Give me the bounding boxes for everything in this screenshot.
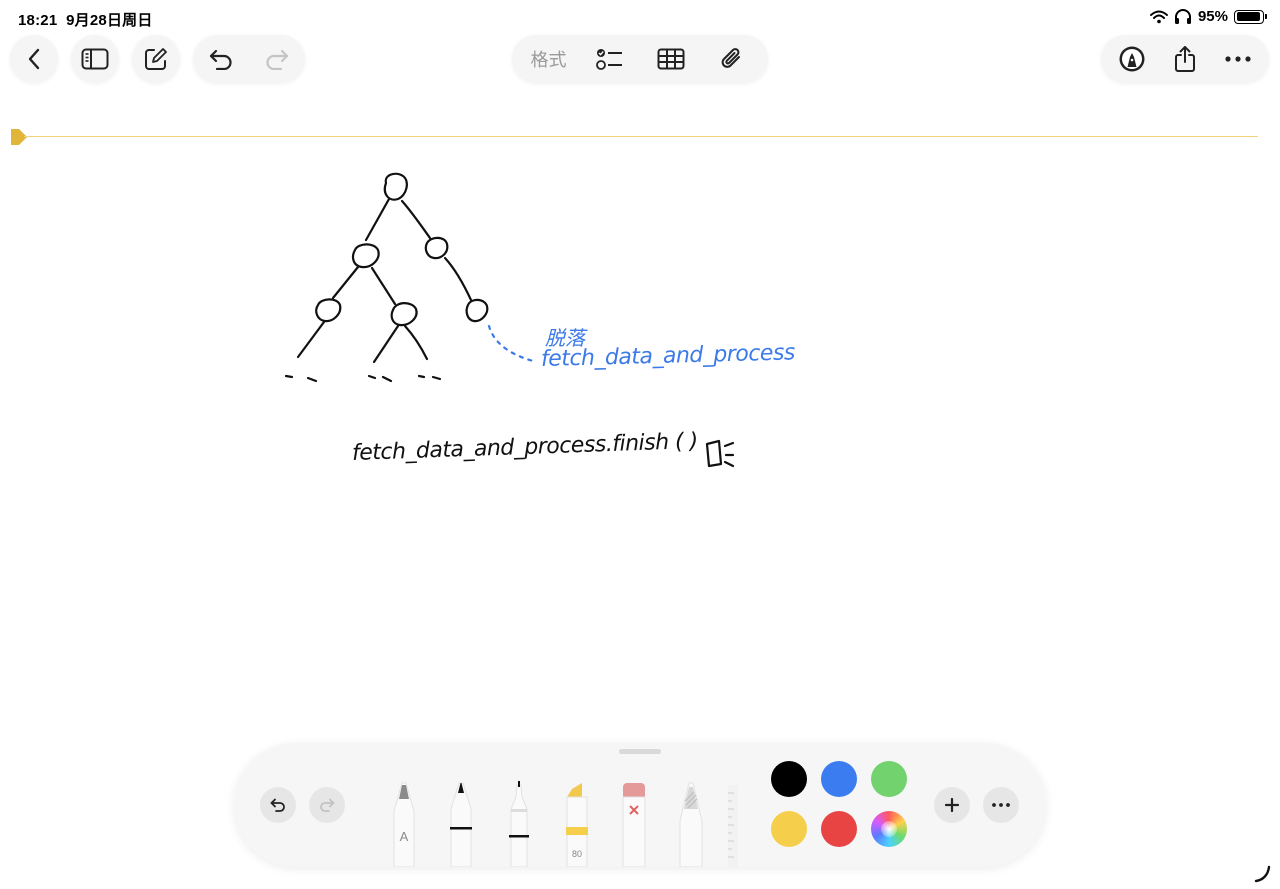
tree-edge: [331, 265, 360, 300]
palette-more-button[interactable]: [983, 787, 1019, 823]
palette-redo-button[interactable]: [309, 787, 345, 823]
pen-letter-label: A: [400, 829, 409, 844]
ellipsis-dash: [306, 376, 318, 383]
tree-edge: [364, 197, 391, 242]
palette-undo-button[interactable]: [260, 787, 296, 823]
speaker-doodle: [723, 441, 735, 448]
fineliner-tool[interactable]: [505, 781, 533, 867]
ellipsis-dash: [417, 374, 426, 379]
tree-edge: [372, 324, 400, 364]
tree-edge: [400, 199, 432, 240]
tree-node: [351, 243, 380, 269]
tree-edge: [443, 256, 473, 302]
eraser-tool[interactable]: [619, 781, 649, 867]
tree-edge: [296, 320, 326, 359]
pencil-indicator-icon: [1254, 865, 1271, 883]
tree-edge: [370, 266, 397, 306]
tree-node: [424, 236, 449, 260]
add-tool-button[interactable]: [934, 787, 970, 823]
color-swatch-red[interactable]: [821, 811, 857, 847]
pencil-tool[interactable]: [676, 781, 706, 867]
pen-tool[interactable]: [447, 781, 475, 867]
marker-number-label: 80: [572, 849, 582, 859]
highlighter-tool[interactable]: 80: [562, 781, 592, 867]
tree-node: [383, 172, 408, 201]
tree-edge: [403, 324, 429, 361]
ellipsis-dash: [431, 375, 442, 381]
tool-palette: A 80: [234, 743, 1046, 867]
color-swatch-black[interactable]: [771, 761, 807, 797]
palette-grabber[interactable]: [619, 749, 661, 754]
ellipsis-dash: [284, 374, 294, 379]
plus-icon: [944, 797, 960, 813]
redo-icon: [320, 798, 335, 812]
color-swatch-blue[interactable]: [821, 761, 857, 797]
color-swatch-green[interactable]: [871, 761, 907, 797]
tree-node: [465, 298, 489, 323]
color-wheel-center: [881, 821, 897, 837]
ellipsis-dash: [381, 375, 393, 383]
color-picker-wheel[interactable]: [871, 811, 907, 847]
blue-dotted-connector: [487, 324, 535, 363]
speaker-doodle: [705, 439, 723, 468]
monoline-pen-tool[interactable]: A: [390, 781, 418, 867]
ellipsis-dash: [367, 374, 377, 380]
ruler-tool[interactable]: [726, 781, 740, 867]
ellipsis-icon: [992, 803, 1010, 807]
tree-node: [390, 302, 418, 327]
undo-icon: [270, 798, 285, 812]
color-swatch-yellow[interactable]: [771, 811, 807, 847]
tree-node: [315, 298, 342, 323]
speaker-doodle: [723, 460, 735, 468]
